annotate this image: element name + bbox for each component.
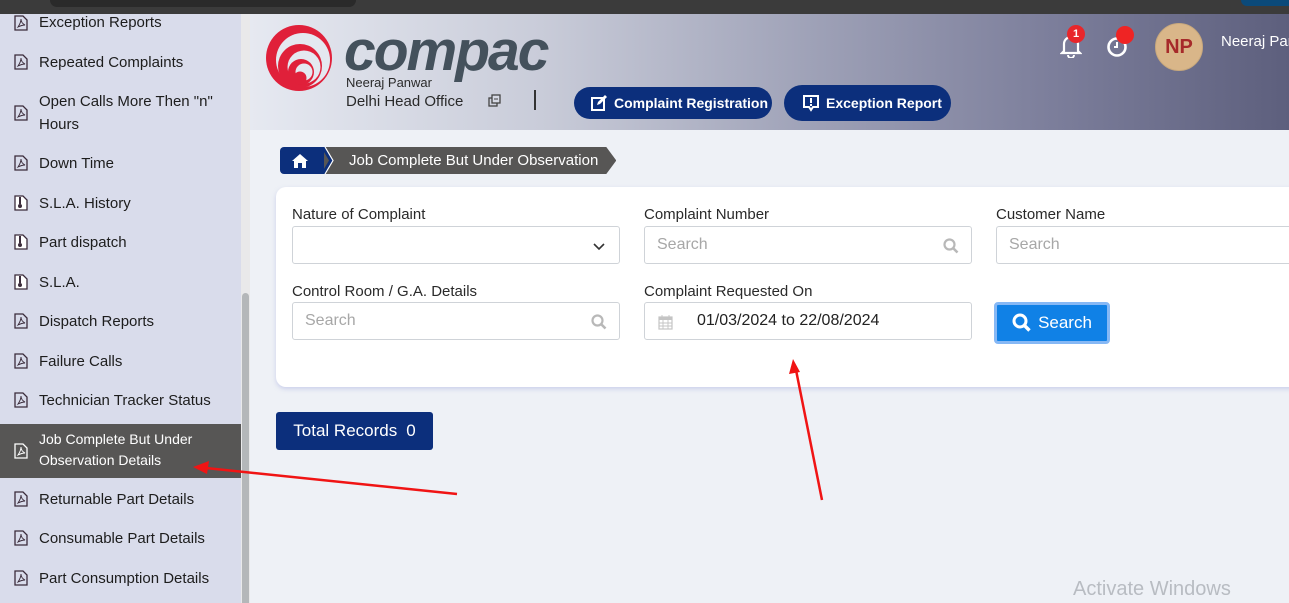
control-room-label: Control Room / G.A. Details — [292, 283, 478, 300]
customer-name-placeholder: Search — [1009, 236, 1060, 253]
report-alert-icon — [803, 95, 819, 112]
nature-of-complaint-label: Nature of Complaint — [292, 206, 426, 223]
complaint-requested-on-label: Complaint Requested On — [644, 283, 813, 300]
pdf-file-icon — [14, 570, 28, 586]
office-name: Delhi Head Office — [346, 93, 464, 110]
sidebar-item-label: Consumable Part Details — [39, 530, 205, 547]
pdf-file-icon — [14, 353, 28, 369]
browser-top-strip — [0, 0, 1289, 14]
sidebar-item-technician-tracker[interactable]: Technician Tracker Status — [0, 389, 241, 412]
home-icon — [292, 153, 308, 168]
date-range-value: 01/03/2024 to 22/08/2024 — [697, 312, 880, 329]
complaint-number-placeholder: Search — [657, 236, 708, 253]
sidebar-item-label: Failure Calls — [39, 353, 123, 370]
sidebar-item-job-complete-under-observation[interactable]: Job Complete But Under Observation Detai… — [0, 424, 241, 478]
browser-button[interactable] — [1241, 0, 1289, 6]
search-button[interactable]: Search — [994, 302, 1110, 344]
sidebar-item-label: Part dispatch — [39, 234, 127, 251]
user-avatar[interactable]: NP — [1155, 23, 1203, 71]
exception-report-button[interactable]: Exception Report — [784, 85, 951, 121]
control-room-placeholder: Search — [305, 312, 356, 329]
sidebar-item-label: Down Time — [39, 155, 115, 172]
pdf-file-icon — [14, 491, 28, 507]
sidebar-scrollbar-thumb[interactable] — [242, 293, 249, 603]
sidebar-item-returnable-part[interactable]: Returnable Part Details — [0, 488, 241, 511]
sidebar-item-label: Job Complete But Under Observation Detai… — [39, 431, 193, 468]
pdf-file-icon — [14, 530, 28, 546]
total-records-label: Total Records — [293, 421, 398, 440]
control-room-input[interactable]: Search — [292, 302, 620, 340]
date-range-input[interactable]: 01/03/2024 to 22/08/2024 — [644, 302, 972, 340]
complaint-registration-button[interactable]: Complaint Registration — [574, 87, 772, 119]
search-icon — [943, 238, 959, 254]
archive-file-icon — [14, 234, 28, 250]
sidebar-item-label: Repeated Complaints — [39, 54, 184, 71]
archive-file-icon — [14, 274, 28, 290]
pdf-file-icon — [14, 313, 28, 329]
edit-icon — [591, 95, 607, 111]
sidebar-item-label: Dispatch Reports — [39, 313, 155, 330]
breadcrumb-home[interactable] — [280, 147, 324, 174]
sidebar-item-sla[interactable]: S.L.A. — [0, 271, 241, 294]
switch-office-icon[interactable] — [488, 94, 501, 107]
notification-count-badge: 1 — [1067, 25, 1085, 43]
sidebar-item-label: Open Calls More Then "n" Hours — [39, 93, 213, 133]
search-button-label: Search — [1038, 313, 1092, 332]
search-icon — [1012, 313, 1031, 332]
pdf-file-icon — [14, 54, 28, 70]
sidebar-item-failure-calls[interactable]: Failure Calls — [0, 350, 241, 373]
sidebar-item-label: Returnable Part Details — [39, 491, 195, 508]
sidebar-item-down-time[interactable]: Down Time — [0, 152, 241, 175]
total-records-badge: Total Records 0 — [276, 412, 433, 450]
complaint-number-label: Complaint Number — [644, 206, 770, 223]
search-icon — [591, 314, 607, 330]
browser-address-bar[interactable] — [50, 0, 356, 7]
compac-logo-icon — [266, 25, 332, 91]
activate-windows-watermark: Activate Windows — [1073, 578, 1231, 600]
pdf-file-icon — [14, 155, 28, 171]
sidebar-item-part-dispatch[interactable]: Part dispatch — [0, 231, 241, 254]
calendar-icon — [658, 315, 673, 330]
complaint-registration-label: Complaint Registration — [614, 95, 769, 111]
sidebar-item-label: Part Consumption Details — [39, 570, 210, 587]
sidebar-item-open-calls[interactable]: Open Calls More Then "n" Hours — [0, 90, 241, 136]
sidebar-item-label: Exception Reports — [39, 14, 162, 31]
nature-of-complaint-select[interactable] — [292, 226, 620, 264]
pdf-file-icon — [14, 15, 28, 31]
total-records-value: 0 — [406, 421, 416, 440]
breadcrumb-separator-icon — [321, 147, 334, 174]
history-alert-dot — [1116, 26, 1134, 44]
sidebar-item-label: Technician Tracker Status — [39, 392, 211, 409]
chevron-down-icon — [593, 243, 605, 251]
pdf-file-icon — [14, 392, 28, 408]
header-user-name[interactable]: Neeraj Panwar — [1221, 33, 1289, 50]
header-divider — [534, 90, 536, 110]
logged-in-user-name: Neeraj Panwar — [346, 75, 432, 90]
filter-panel: Nature of Complaint Complaint Number Sea… — [276, 187, 1289, 387]
sidebar-item-dispatch-reports[interactable]: Dispatch Reports — [0, 310, 241, 333]
sidebar-item-part-consumption[interactable]: Part Consumption Details — [0, 567, 241, 590]
sidebar: Exception Reports Repeated Complaints Op… — [0, 14, 241, 603]
customer-name-label: Customer Name — [996, 206, 1106, 223]
customer-name-input[interactable]: Search — [996, 226, 1289, 264]
pdf-file-icon — [14, 105, 28, 121]
complaint-number-input[interactable]: Search — [644, 226, 972, 264]
archive-file-icon — [14, 195, 28, 211]
sidebar-item-label: S.L.A. — [39, 274, 80, 291]
sidebar-item-repeated-complaints[interactable]: Repeated Complaints — [0, 51, 241, 74]
sidebar-item-consumable-part[interactable]: Consumable Part Details — [0, 527, 241, 550]
sidebar-item-sla-history[interactable]: S.L.A. History — [0, 192, 241, 215]
pdf-file-icon — [14, 443, 28, 459]
sidebar-item-label: S.L.A. History — [39, 195, 131, 212]
exception-report-label: Exception Report — [826, 95, 942, 111]
sidebar-item-exception-reports[interactable]: Exception Reports — [0, 14, 241, 34]
breadcrumb-current: Job Complete But Under Observation — [324, 147, 616, 174]
app-header: compac Neeraj Panwar Delhi Head Office C… — [250, 14, 1289, 130]
